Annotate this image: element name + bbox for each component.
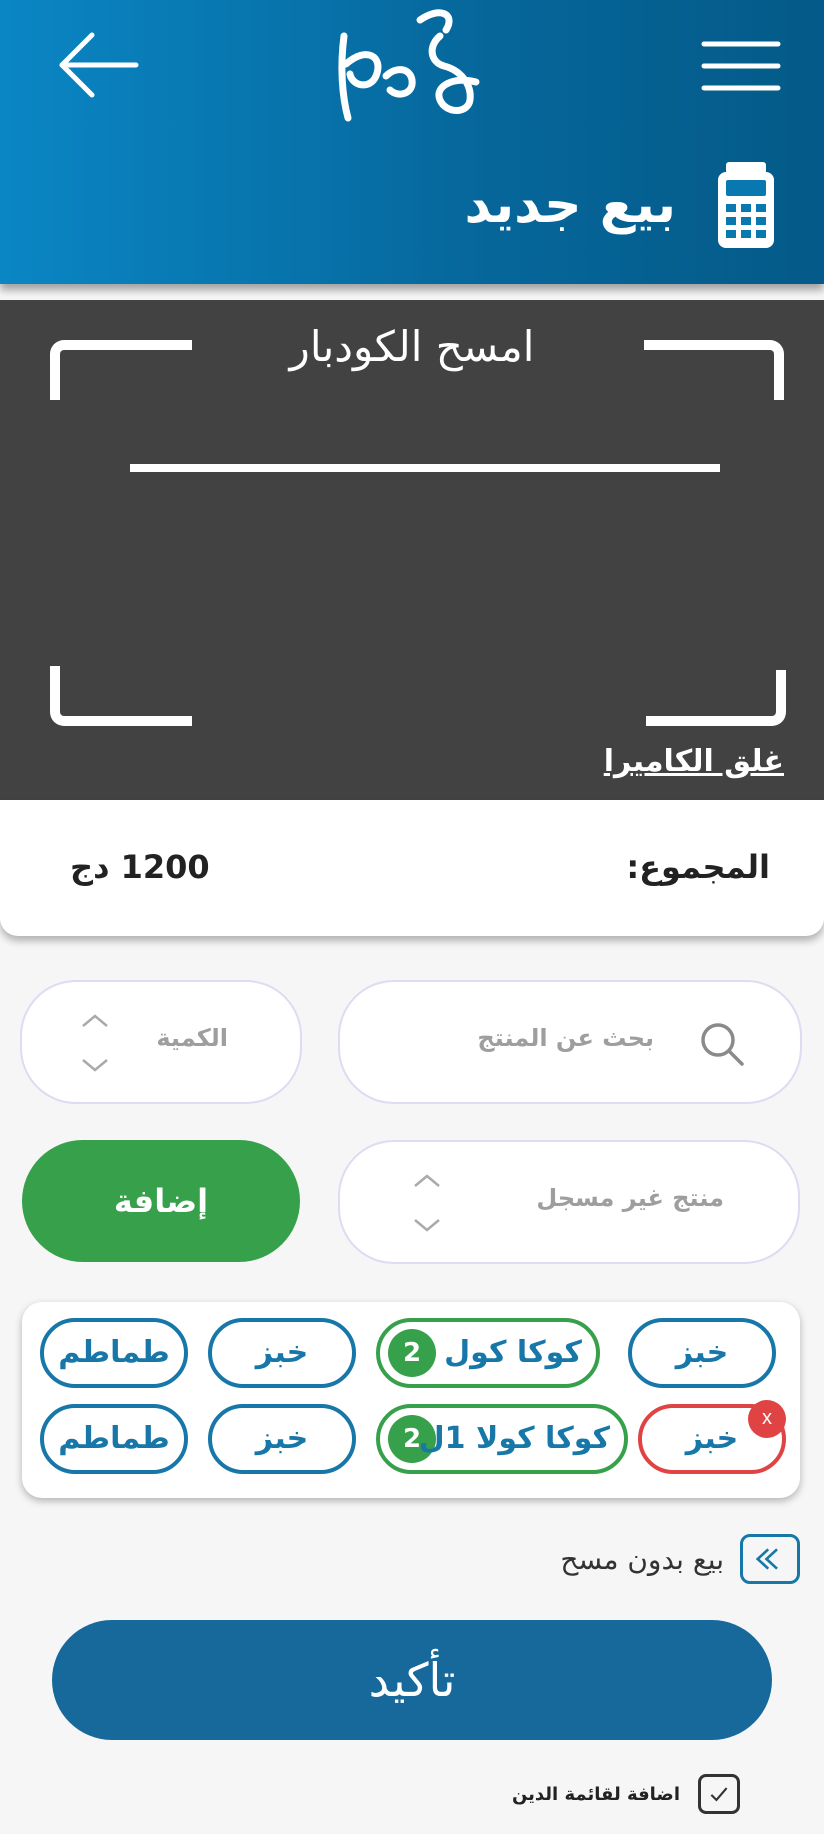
calculator-icon	[718, 162, 774, 248]
quantity-field[interactable]: الكمية	[20, 980, 302, 1104]
product-search-input[interactable]: بحث عن المنتج	[338, 980, 802, 1104]
scan-barcode-label: امسح الكودبار	[289, 322, 535, 371]
cart-item-chip[interactable]: خبز	[628, 1318, 776, 1388]
cart-item-chip[interactable]: 2 كوكا كولا 1ل	[376, 1404, 628, 1474]
page-title-row: بيع جديد	[465, 160, 776, 250]
sell-without-scan-label: بيع بدون مسح	[560, 1542, 724, 1576]
add-to-debt-list[interactable]: اضافة لقائمة الدين	[512, 1774, 740, 1814]
remove-item-badge[interactable]: x	[748, 1400, 786, 1438]
hamburger-menu-icon[interactable]	[700, 38, 782, 94]
chip-label: خبز	[255, 1335, 309, 1370]
search-icon	[701, 1023, 744, 1066]
unregistered-stepper-icon[interactable]	[412, 1172, 442, 1234]
search-placeholder: بحث عن المنتج	[477, 1024, 654, 1052]
app-logo	[338, 9, 480, 122]
sell-without-scan[interactable]: بيع بدون مسح	[560, 1534, 800, 1584]
scan-frame-corner-bottom-left	[50, 666, 192, 726]
chip-label: خبز	[685, 1421, 739, 1456]
app-header: بيع جديد	[0, 0, 824, 284]
quantity-badge: 2	[388, 1329, 436, 1377]
chip-label: طماطم	[58, 1335, 170, 1370]
double-chevron-icon	[740, 1534, 800, 1584]
scan-frame-corner-bottom-right	[646, 670, 786, 726]
chip-label: خبز	[675, 1335, 729, 1370]
chip-label: كوكا كولا 1ل	[418, 1421, 610, 1456]
confirm-button[interactable]: تأكيد	[52, 1620, 772, 1740]
cart-item-chip[interactable]: طماطم	[40, 1318, 188, 1388]
quantity-stepper-icon[interactable]	[80, 1012, 110, 1074]
close-camera-link[interactable]: غلق الكاميرا	[604, 744, 784, 779]
page-title: بيع جديد	[464, 175, 676, 235]
barcode-scanner-view[interactable]: امسح الكودبار غلق الكاميرا	[0, 300, 824, 800]
chip-label: خبز	[255, 1421, 309, 1456]
cart-item-chip[interactable]: 2 كوكا كول	[376, 1318, 600, 1388]
cart-item-chip[interactable]: خبز	[208, 1318, 356, 1388]
total-label: المجموع:	[626, 848, 770, 886]
chip-label: طماطم	[58, 1421, 170, 1456]
add-button[interactable]: إضافة	[22, 1140, 300, 1262]
cart-items-card: خبز 2 كوكا كول خبز طماطم خبز 2 كوكا كولا…	[22, 1302, 800, 1498]
cart-item-chip[interactable]: خبز	[208, 1404, 356, 1474]
checkbox-checked-icon[interactable]	[698, 1774, 740, 1814]
back-arrow-icon[interactable]	[56, 30, 140, 100]
total-value: 1200 دج	[70, 848, 210, 886]
unregistered-product-input[interactable]: منتج غير مسجل	[338, 1140, 800, 1264]
chip-label: كوكا كول	[444, 1335, 582, 1370]
cart-item-chip[interactable]: طماطم	[40, 1404, 188, 1474]
total-card: المجموع: 1200 دج	[0, 800, 824, 936]
unregistered-placeholder: منتج غير مسجل	[536, 1184, 724, 1212]
scan-line	[130, 464, 720, 472]
add-to-debt-list-label: اضافة لقائمة الدين	[511, 1783, 680, 1805]
quantity-placeholder: الكمية	[156, 1024, 228, 1052]
